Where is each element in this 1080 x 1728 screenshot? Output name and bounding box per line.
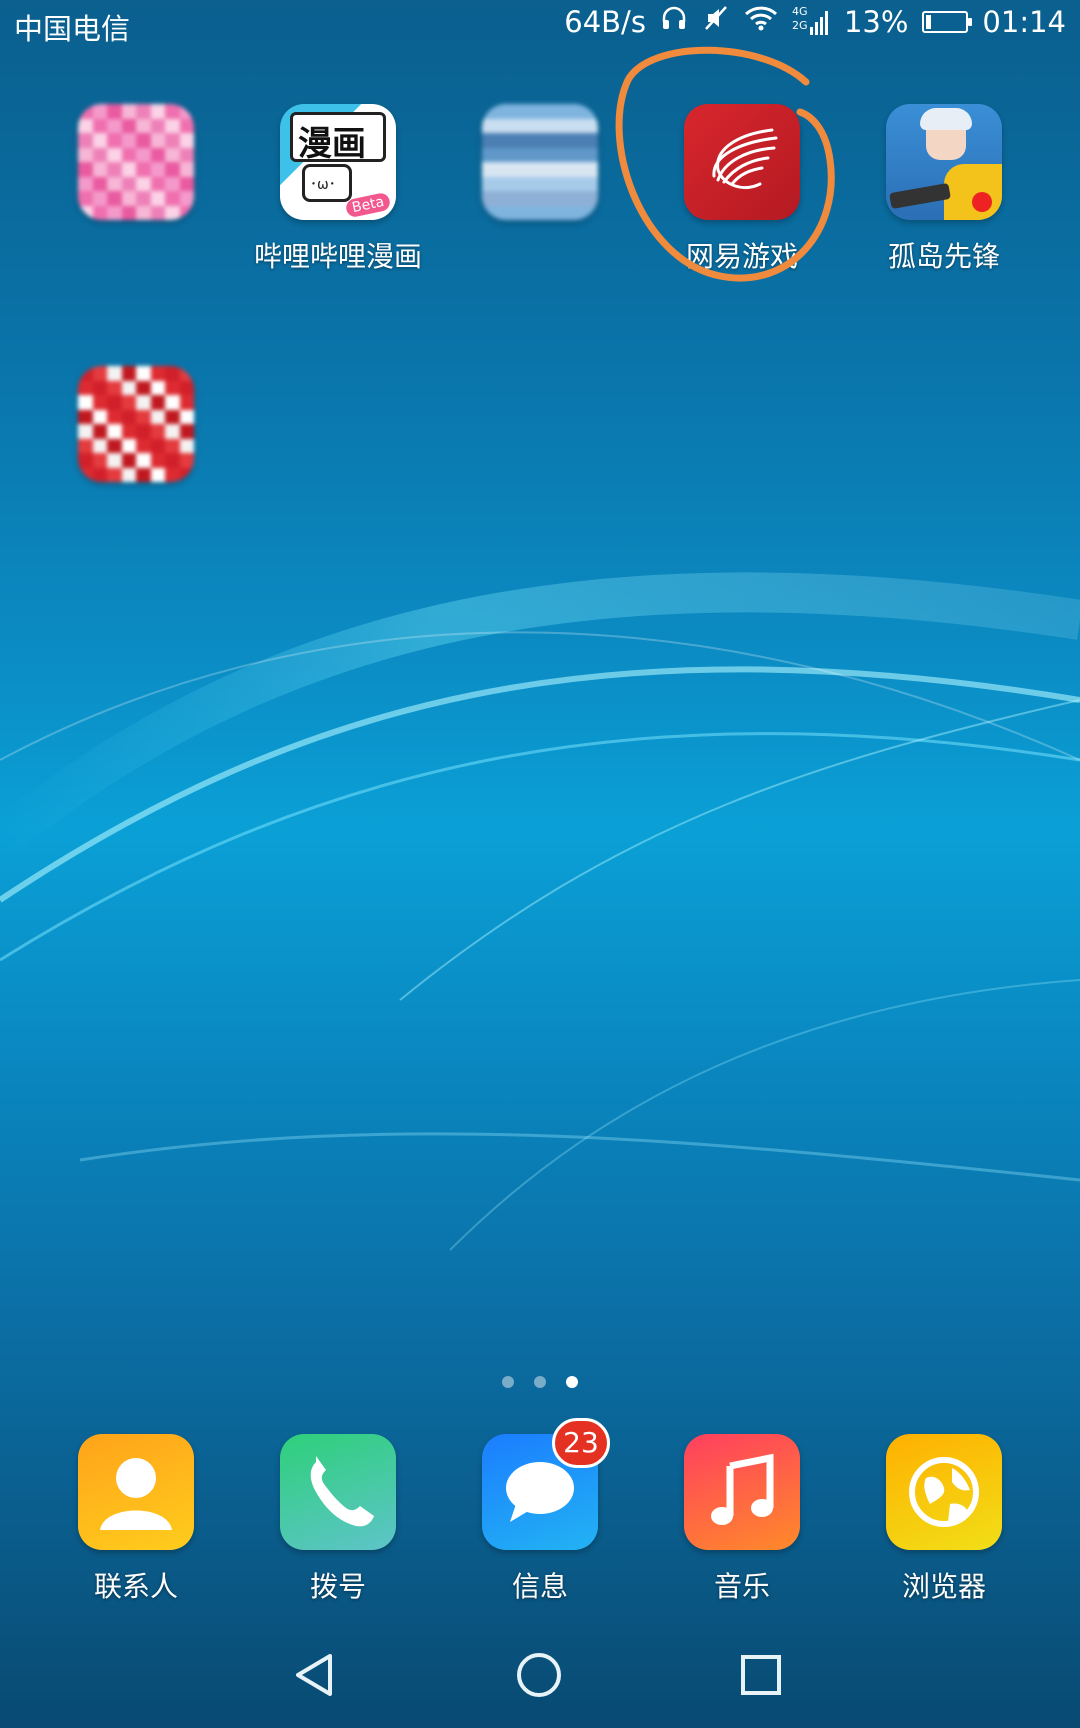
clock: 01:14: [982, 4, 1066, 39]
app-island-vanguard[interactable]: 孤岛先锋: [844, 104, 1044, 274]
app-netease-games[interactable]: 网易游戏: [642, 104, 842, 274]
dock-music[interactable]: 音乐: [642, 1434, 842, 1604]
unread-badge: 23: [552, 1418, 610, 1468]
home-button[interactable]: [514, 1650, 564, 1704]
app-label: 哔哩哔哩漫画: [253, 240, 422, 273]
wifi-icon: [744, 4, 778, 39]
battery-icon: [922, 10, 973, 33]
app-label: 联系人: [93, 1570, 178, 1603]
battery-percent: 13%: [843, 4, 909, 39]
app-blurred-pink[interactable]: [36, 104, 236, 240]
network-type-bottom: 2G: [791, 18, 808, 32]
music-icon: [684, 1434, 800, 1550]
blurred-blue-app-icon: [482, 104, 598, 220]
back-button[interactable]: [290, 1650, 340, 1704]
page-dot[interactable]: [534, 1376, 546, 1388]
app-label: 拨号: [309, 1570, 366, 1603]
navigation-bar: [0, 1650, 1080, 1728]
app-label: 网易游戏: [685, 240, 798, 273]
bilibili-icon-text: 漫画: [298, 124, 366, 164]
page-dot-active[interactable]: [566, 1376, 578, 1388]
app-label: 音乐: [713, 1570, 770, 1603]
dock-phone[interactable]: 拨号: [238, 1434, 438, 1604]
phone-icon: [280, 1434, 396, 1550]
app-label: 浏览器: [901, 1570, 986, 1603]
headphones-icon: [660, 4, 688, 39]
status-bar: 中国电信 64B/s 4G 2G 13% 01:14: [0, 0, 1080, 48]
app-blurred-red[interactable]: [36, 366, 236, 502]
app-bilibili-comics[interactable]: 漫画 ･ω･ Beta 哔哩哔哩漫画: [238, 104, 438, 274]
back-icon: [296, 1654, 332, 1696]
home-icon: [517, 1653, 561, 1697]
bilibili-comics-icon: 漫画 ･ω･ Beta: [280, 104, 396, 220]
signal-icon: 4G 2G: [791, 4, 830, 37]
carrier-name: 中国电信: [14, 12, 131, 46]
browser-icon: [886, 1434, 1002, 1550]
dock-messages[interactable]: 信息: [440, 1434, 640, 1604]
mute-icon: [702, 4, 730, 39]
dock-browser[interactable]: 浏览器: [844, 1434, 1044, 1604]
app-blurred-blue[interactable]: [440, 104, 640, 240]
island-vanguard-icon: [886, 104, 1002, 220]
network-type-top: 4G: [791, 4, 808, 18]
app-label: 信息: [511, 1570, 568, 1603]
dock-contacts[interactable]: 联系人: [36, 1434, 236, 1604]
blurred-pink-app-icon: [78, 104, 194, 220]
blurred-red-app-icon: [78, 366, 194, 482]
app-label: 孤岛先锋: [887, 240, 1000, 273]
recents-icon: [741, 1655, 781, 1695]
net-speed: 64B/s: [564, 4, 646, 39]
page-dot[interactable]: [502, 1376, 514, 1388]
netease-games-icon: [684, 104, 800, 220]
page-indicator: [0, 1376, 1080, 1388]
recents-button[interactable]: [736, 1650, 786, 1704]
contacts-icon: [78, 1434, 194, 1550]
